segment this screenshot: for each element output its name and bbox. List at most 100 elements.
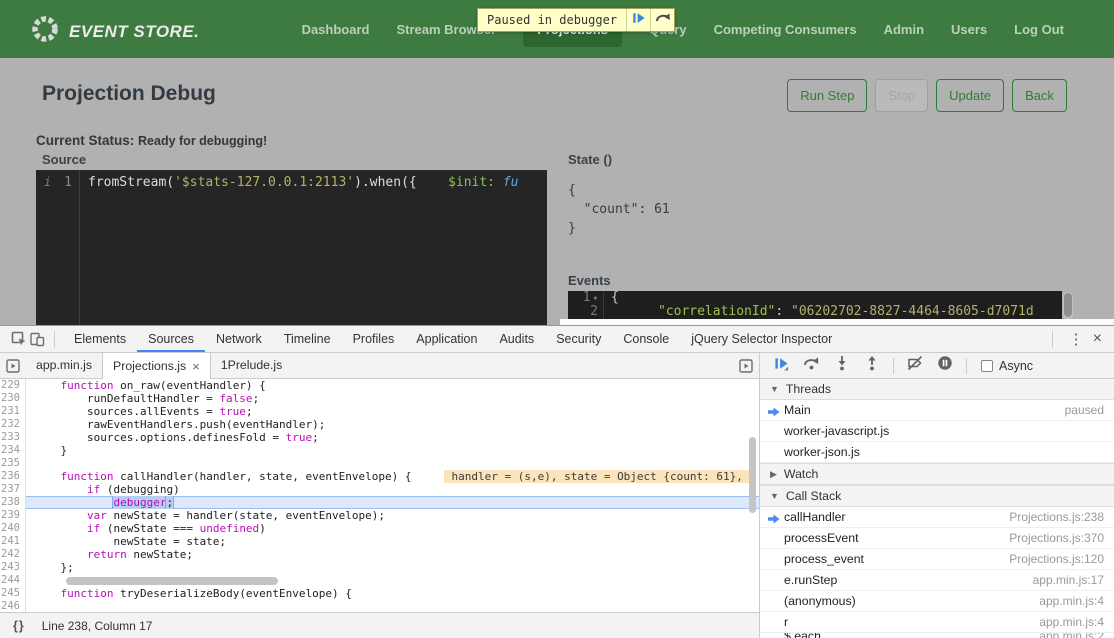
line-number[interactable]: 232 (0, 418, 26, 431)
code-line-content[interactable]: debugger; (26, 496, 759, 509)
line-number[interactable]: 236 (0, 470, 26, 483)
thread-row-main[interactable]: Mainpaused (760, 400, 1114, 421)
line-number[interactable]: 242 (0, 548, 26, 561)
step-into-button[interactable] (833, 357, 850, 374)
resume-script-button[interactable] (626, 9, 650, 31)
tab-timeline[interactable]: Timeline (273, 326, 342, 352)
line-number[interactable]: 237 (0, 483, 26, 496)
watch-section-header[interactable]: ▶ Watch (760, 463, 1114, 485)
threads-section-header[interactable]: ▼ Threads (760, 379, 1114, 400)
step-over-button[interactable] (803, 357, 820, 374)
stack-frame--each[interactable]: $.eachapp.min.js:2 (760, 633, 1114, 638)
tab-sources[interactable]: Sources (137, 326, 205, 352)
pause-on-exceptions-button[interactable] (936, 357, 953, 374)
code-line-content[interactable]: if (newState === undefined) (26, 522, 759, 535)
stack-frame-callhandler[interactable]: callHandlerProjections.js:238 (760, 507, 1114, 528)
file-tab-1prelude.js[interactable]: 1Prelude.js (211, 353, 293, 379)
nav-item-competing-consumers[interactable]: Competing Consumers (714, 22, 857, 37)
deactivate-breakpoints-button[interactable] (906, 357, 923, 374)
file-tab-app.min.js[interactable]: app.min.js (26, 353, 102, 379)
tab-application[interactable]: Application (405, 326, 488, 352)
code-line-content[interactable] (26, 457, 759, 470)
code-line-content[interactable]: newState = state; (26, 535, 759, 548)
tab-console[interactable]: Console (612, 326, 680, 352)
code-line-content[interactable]: function tryDeserializeBody(eventEnvelop… (26, 587, 759, 600)
code-line-content[interactable] (26, 600, 759, 612)
events-scrollbar-thumb[interactable] (1064, 293, 1072, 317)
fold-arrow-icon[interactable]: ▾ (593, 294, 598, 304)
line-number[interactable]: 233 (0, 431, 26, 444)
code-token: undefined (200, 522, 260, 535)
back-button[interactable]: Back (1012, 79, 1067, 112)
stack-frame-process-event[interactable]: process_eventProjections.js:120 (760, 549, 1114, 570)
update-button[interactable]: Update (936, 79, 1004, 112)
source-code-line[interactable]: fromStream('$stats-127.0.0.1:2113').when… (88, 175, 519, 190)
tab-audits[interactable]: Audits (488, 326, 545, 352)
show-navigator-icon[interactable] (0, 353, 26, 379)
tab-elements[interactable]: Elements (63, 326, 137, 352)
source-code-editor[interactable]: i 1 fromStream('$stats-127.0.0.1:2113').… (36, 170, 547, 325)
source-line-number[interactable]: 1 (64, 175, 72, 190)
code-hscrollbar-thumb[interactable] (66, 577, 278, 585)
code-line-content[interactable]: function on_raw(eventHandler) { (26, 379, 759, 392)
file-tab-projections.js[interactable]: Projections.js× (102, 353, 211, 380)
nav-item-users[interactable]: Users (951, 22, 987, 37)
stack-frame--anonymous-[interactable]: (anonymous)app.min.js:4 (760, 591, 1114, 612)
line-number[interactable]: 235 (0, 457, 26, 470)
tab-close-icon[interactable]: × (192, 354, 200, 379)
line-number[interactable]: 234 (0, 444, 26, 457)
stack-frame-function: $.each (784, 633, 821, 638)
line-number[interactable]: 239 (0, 509, 26, 522)
inspect-icon[interactable] (10, 331, 28, 347)
device-toolbar-icon[interactable] (28, 331, 46, 347)
resume-icon (774, 356, 789, 376)
code-line-content[interactable]: var newState = handler(state, eventEnvel… (26, 509, 759, 522)
code-line-content[interactable]: }; (26, 561, 759, 574)
close-icon[interactable]: × (1091, 330, 1104, 348)
events-editor[interactable]: 1▾{2 "correlationId": "06202702-8827-446… (568, 291, 1062, 319)
code-line-content[interactable]: return newState; (26, 548, 759, 561)
run-step-button[interactable]: Run Step (787, 79, 867, 112)
line-number[interactable]: 240 (0, 522, 26, 535)
panel-right-toggle-icon[interactable] (733, 353, 759, 379)
pretty-print-icon[interactable]: {} (13, 619, 25, 633)
code-line-content[interactable]: rawEventHandlers.push(eventHandler); (26, 418, 759, 431)
tab-network[interactable]: Network (205, 326, 273, 352)
step-over-button-banner[interactable] (650, 9, 674, 31)
stack-frame-r[interactable]: rapp.min.js:4 (760, 612, 1114, 633)
stack-frame-e-runstep[interactable]: e.runStepapp.min.js:17 (760, 570, 1114, 591)
line-number[interactable]: 231 (0, 405, 26, 418)
code-line-content[interactable]: } (26, 444, 759, 457)
line-number[interactable]: 241 (0, 535, 26, 548)
tab-profiles[interactable]: Profiles (342, 326, 406, 352)
code-vscrollbar-thumb[interactable] (749, 437, 756, 513)
code-line-content[interactable]: sources.allEvents = true; (26, 405, 759, 418)
tab-jquery-selector-inspector[interactable]: jQuery Selector Inspector (680, 326, 843, 352)
nav-item-admin[interactable]: Admin (884, 22, 924, 37)
line-number[interactable]: 238 (0, 496, 26, 509)
code-line-content[interactable]: if (debugging) (26, 483, 759, 496)
code-line-content[interactable]: sources.options.definesFold = true; (26, 431, 759, 444)
line-number[interactable]: 230 (0, 392, 26, 405)
line-number[interactable]: 246 (0, 600, 26, 612)
code-line-242: 242 return newState; (0, 548, 759, 561)
async-checkbox[interactable] (981, 360, 993, 372)
line-number[interactable]: 229 (0, 379, 26, 392)
thread-row-worker-json-js[interactable]: worker-json.js (760, 442, 1114, 463)
nav-item-dashboard[interactable]: Dashboard (302, 22, 370, 37)
line-number[interactable]: 243 (0, 561, 26, 574)
stack-frame-processevent[interactable]: processEventProjections.js:370 (760, 528, 1114, 549)
thread-row-worker-javascript-js[interactable]: worker-javascript.js (760, 421, 1114, 442)
code-line-content[interactable]: runDefaultHandler = false; (26, 392, 759, 405)
line-number[interactable]: 244 (0, 574, 26, 587)
toolbar-separator (966, 358, 967, 374)
kebab-menu-icon[interactable]: ⋮ (1061, 330, 1091, 348)
eventstore-logo[interactable]: EVENT STORE. (30, 14, 199, 49)
step-out-button[interactable] (863, 357, 880, 374)
resume-script-button[interactable] (773, 357, 790, 374)
call-stack-section-header[interactable]: ▼ Call Stack (760, 485, 1114, 507)
tab-security[interactable]: Security (545, 326, 612, 352)
line-number[interactable]: 245 (0, 587, 26, 600)
nav-item-log-out[interactable]: Log Out (1014, 22, 1064, 37)
code-line-content[interactable]: function callHandler(handler, state, eve… (26, 470, 759, 483)
